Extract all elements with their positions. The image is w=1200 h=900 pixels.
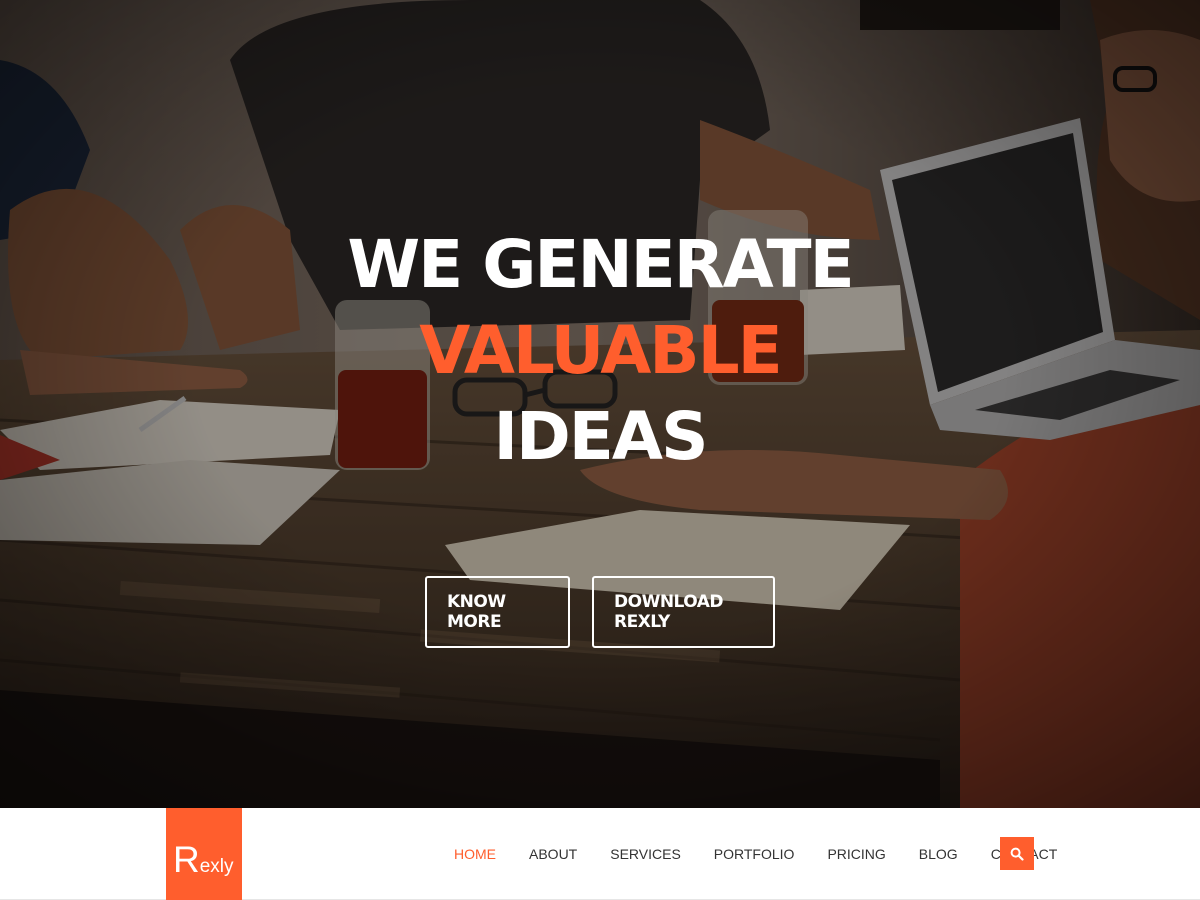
nav-item-about[interactable]: ABOUT	[529, 846, 577, 862]
nav-item-blog[interactable]: BLOG	[919, 846, 958, 862]
nav-item-portfolio[interactable]: PORTFOLIO	[714, 846, 795, 862]
know-more-button[interactable]: KNOW MORE	[425, 576, 570, 648]
logo-initial: R	[173, 839, 200, 880]
nav-item-pricing[interactable]: PRICING	[827, 846, 885, 862]
hero-section: WE GENERATE VALUABLE IDEAS KNOW MORE DOW…	[0, 0, 1200, 808]
landing-page: WE GENERATE VALUABLE IDEAS KNOW MORE DOW…	[0, 0, 1200, 900]
hero-title-line-1: WE GENERATE	[347, 226, 854, 303]
nav-item-home[interactable]: HOME	[454, 846, 496, 862]
search-icon	[1010, 847, 1024, 861]
nav-item-services[interactable]: SERVICES	[610, 846, 681, 862]
hero-title-line-2: VALUABLE	[419, 312, 782, 389]
hero-title: WE GENERATE VALUABLE IDEAS	[0, 222, 1200, 480]
search-button[interactable]	[1000, 837, 1034, 870]
main-navbar: Rexly HOME ABOUT SERVICES PORTFOLIO PRIC…	[0, 808, 1200, 900]
hero-button-group: KNOW MORE DOWNLOAD REXLY	[0, 576, 1200, 648]
logo-text: Rexly	[173, 841, 234, 878]
site-logo[interactable]: Rexly	[166, 808, 242, 900]
download-rexly-button[interactable]: DOWNLOAD REXLY	[592, 576, 775, 648]
nav-menu: HOME ABOUT SERVICES PORTFOLIO PRICING BL…	[440, 808, 1090, 900]
hero-title-line-3: IDEAS	[493, 398, 708, 475]
logo-rest: exly	[199, 856, 234, 877]
